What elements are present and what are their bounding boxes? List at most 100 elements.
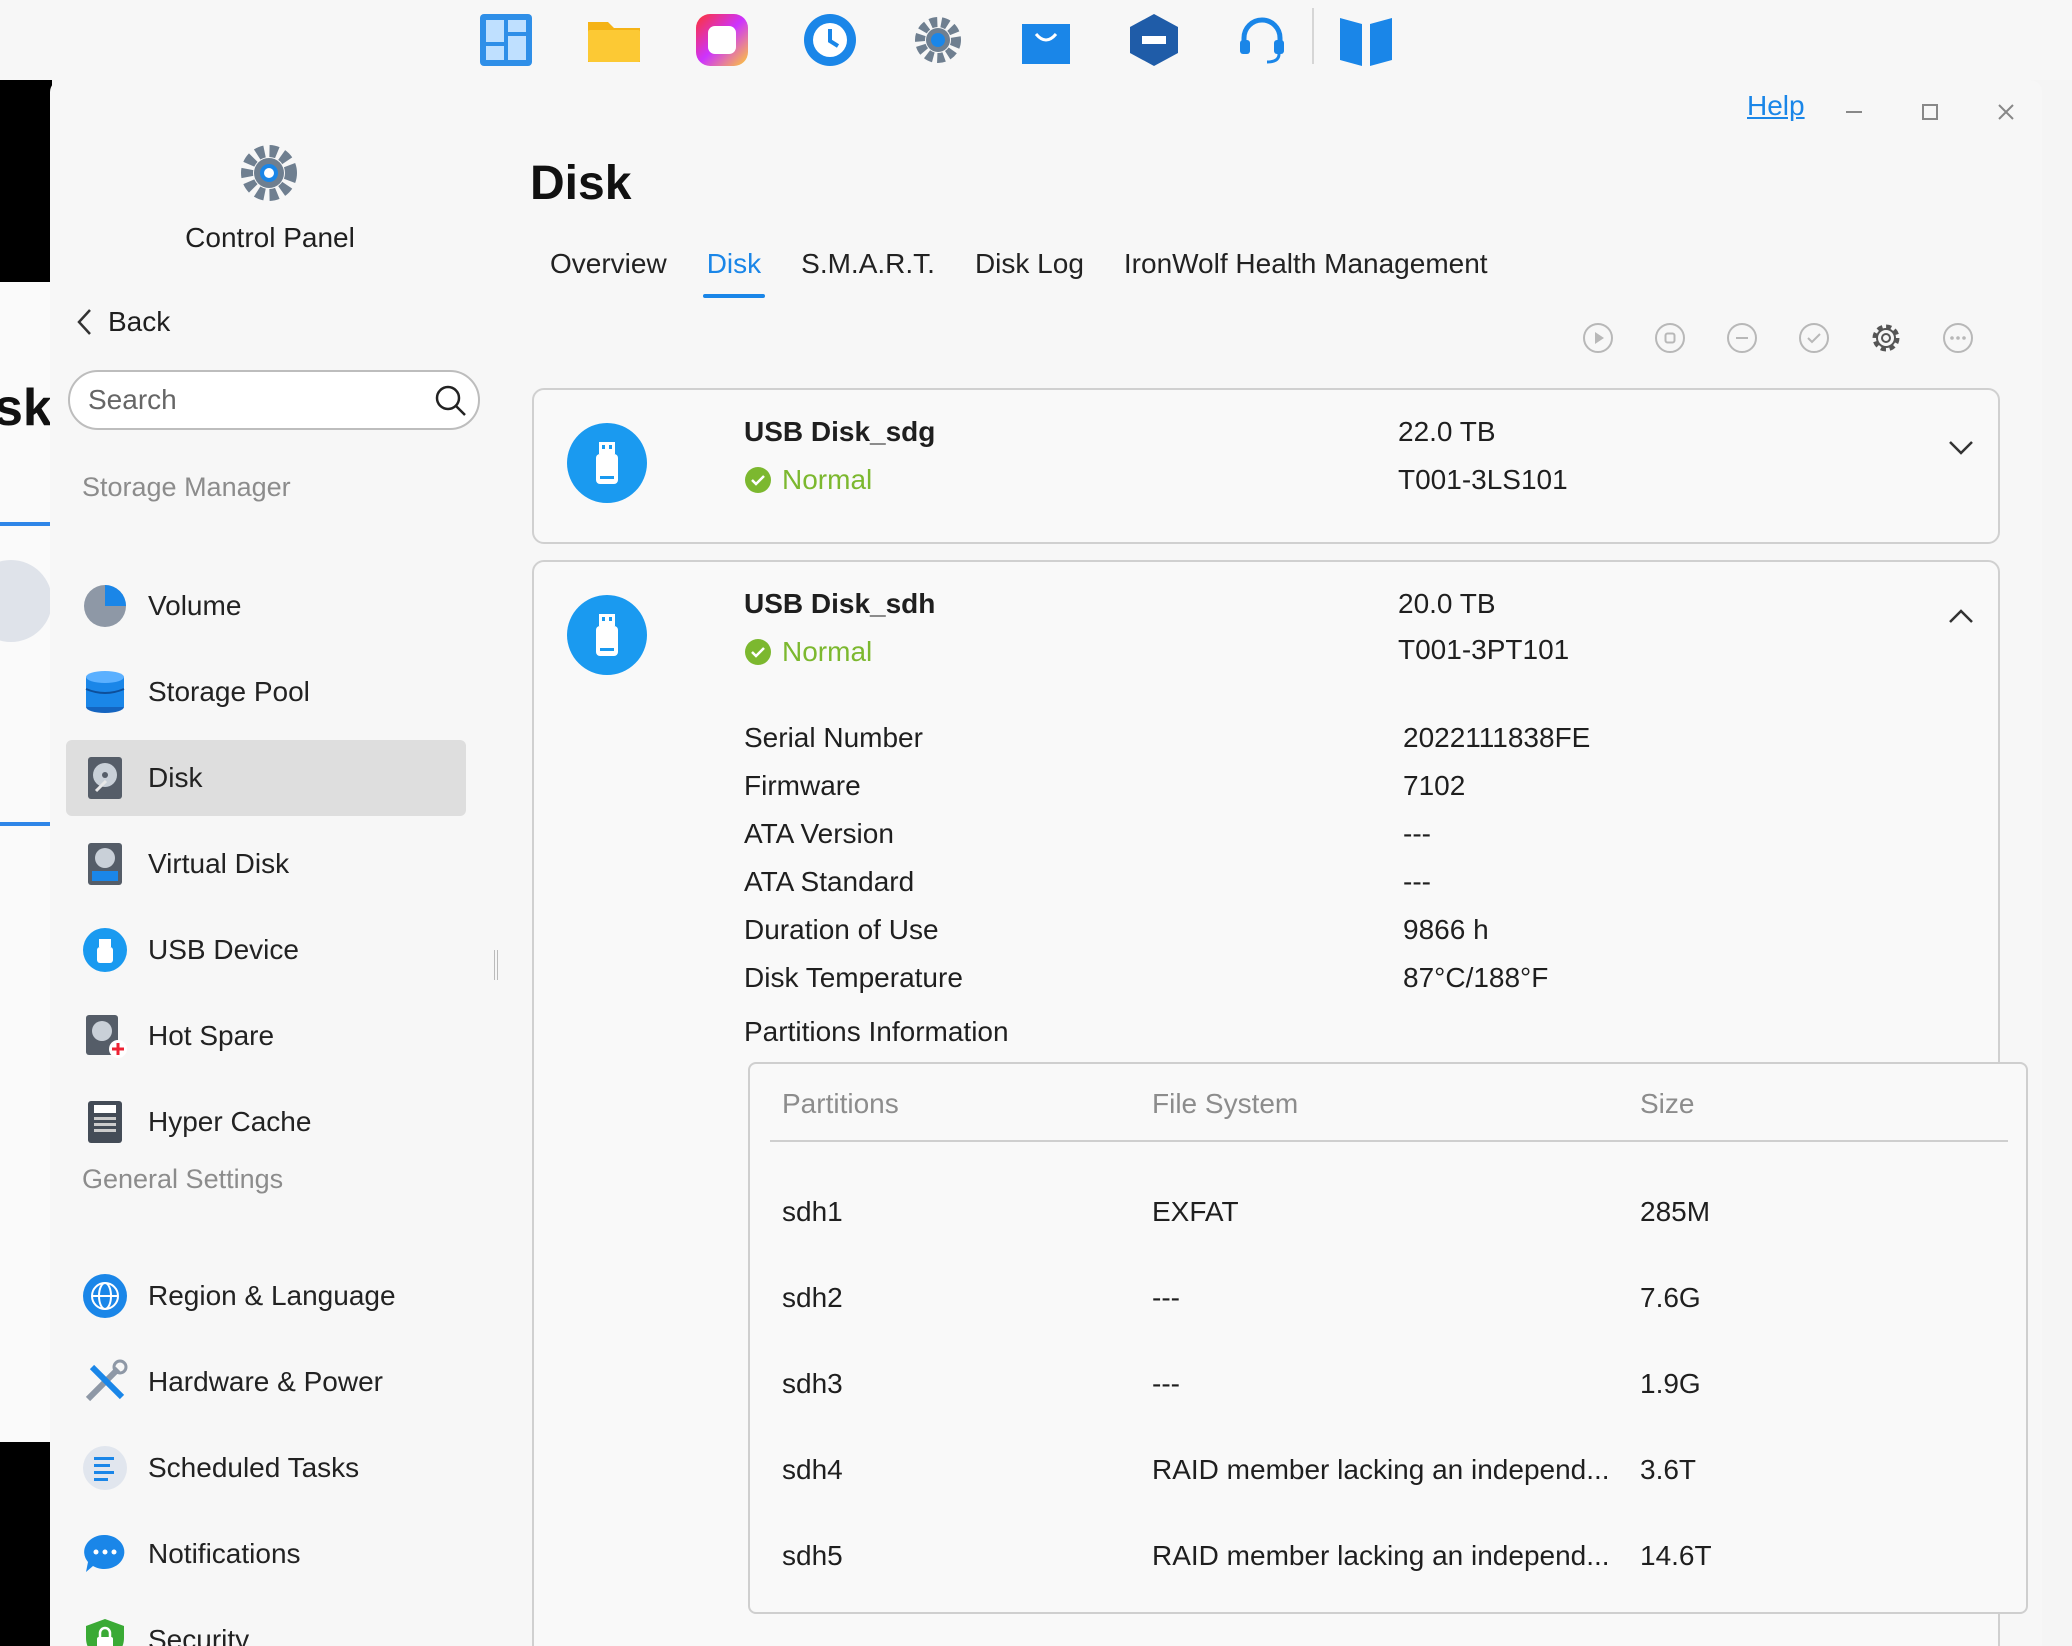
disk-capacity: 22.0 TB [1398,416,1496,447]
search-box[interactable] [68,370,480,430]
table-row-file-system: EXFAT [1152,1196,1239,1227]
section-heading-general-settings: General Settings [82,1164,284,1194]
disk-status-text: Normal [782,464,873,495]
sidebar-item-label: Region & Language [148,1280,396,1311]
detail-value: 2022111838FE [1403,722,1591,753]
backup-app-icon[interactable] [800,10,860,70]
sidebar-item-label: USB Device [148,934,299,965]
minus-icon[interactable] [1726,322,1758,354]
maximize-button[interactable] [1910,92,1950,132]
detail-value: --- [1403,866,1431,897]
shield-lock-icon [86,1619,124,1646]
column-header-partitions: Partitions [782,1088,899,1119]
detail-label: Serial Number [744,722,923,753]
disk-card-sdh[interactable]: USB Disk_sdh Normal 20.0 TB T001-3PT101 … [532,560,2028,1646]
table-row-file-system: RAID member lacking an independ... [1152,1454,1610,1485]
sidebar-item-storage-pool[interactable]: Storage Pool [66,654,466,730]
minimize-icon [1846,111,1862,113]
chevron-left-icon [77,309,91,335]
back-label: Back [108,306,171,337]
minimize-button[interactable] [1834,92,1874,132]
disk-model: T001-3PT101 [1398,634,1570,665]
table-row-partition: sdh2 [782,1282,843,1313]
check-icon[interactable] [1798,322,1830,354]
sidebar-item-label: Scheduled Tasks [148,1452,360,1483]
sidebar-resize-handle[interactable] [494,950,498,980]
play-icon[interactable] [1582,322,1614,354]
file-manager-app-icon[interactable] [584,10,644,70]
maximize-icon [1922,104,1938,120]
detail-label: Disk Temperature [744,962,963,993]
detail-label: Duration of Use [744,914,939,945]
disk-name: USB Disk_sdg [744,416,936,447]
background-window [0,282,52,1442]
table-row-file-system: --- [1152,1282,1180,1313]
search-icon[interactable] [434,384,468,418]
chevron-down-icon[interactable] [1946,432,1976,462]
disk-icon [88,757,122,799]
stop-icon[interactable] [1654,322,1686,354]
control-panel-app-icon[interactable] [908,10,968,70]
disk-card-sdg[interactable]: USB Disk_sdg Normal 22.0 TB T001-3LS101 [532,388,2000,544]
sidebar-item-hardware-power[interactable]: Hardware & Power [66,1344,466,1420]
status-ok-icon [745,639,771,665]
header-divider [770,1140,2008,1142]
hot-spare-icon [86,1015,127,1058]
sidebar-item-hot-spare[interactable]: Hot Spare [66,998,466,1074]
column-header-size: Size [1640,1088,1695,1119]
table-row-size: 285M [1640,1196,1711,1227]
table-row-size: 7.6G [1640,1282,1701,1313]
table-row-size: 1.9G [1640,1368,1701,1399]
more-icon[interactable] [1942,322,1974,354]
tab-disk[interactable]: Disk [702,248,766,308]
sidebar-item-security[interactable]: Security [66,1602,466,1646]
tab-ironwolf-health[interactable]: IronWolf Health Management [1124,248,1488,308]
storage-pool-icon [85,671,125,713]
tab-bar: Overview Disk S.M.A.R.T. Disk Log IronWo… [550,248,1488,308]
chevron-up-icon[interactable] [1946,602,1976,632]
sidebar-item-label: Notifications [148,1538,301,1569]
sidebar-item-label: Hardware & Power [148,1366,383,1397]
sidebar-item-volume[interactable]: Volume [66,568,466,644]
detail-value: 7102 [1403,770,1466,801]
sidebar-item-notifications[interactable]: Notifications [66,1516,466,1592]
table-row-size: 3.6T [1640,1454,1697,1485]
gear-icon[interactable] [1870,322,1902,354]
table-row-partition: sdh1 [782,1196,843,1227]
disk-capacity: 20.0 TB [1398,588,1496,619]
help-link[interactable]: Help [1747,90,1805,122]
detail-label: ATA Standard [744,866,915,897]
back-button[interactable]: Back [74,306,170,338]
tools-icon [85,1359,128,1402]
sidebar-item-scheduled-tasks[interactable]: Scheduled Tasks [66,1430,466,1506]
taskbar [0,0,2072,80]
app-center-icon[interactable] [1016,10,1076,70]
sidebar-item-virtual-disk[interactable]: Virtual Disk [66,826,466,902]
hyper-cache-icon [88,1101,122,1143]
dashboard-app-icon[interactable] [476,10,536,70]
virtual-disk-icon [88,843,122,885]
docker-app-icon[interactable] [1124,10,1184,70]
sidebar-item-usb-device[interactable]: USB Device [66,912,466,988]
detail-label: Firmware [744,770,861,801]
tab-disk-log[interactable]: Disk Log [975,248,1084,308]
tab-overview[interactable]: Overview [550,248,667,308]
support-headset-icon[interactable] [1232,10,1292,70]
tab-smart[interactable]: S.M.A.R.T. [801,248,935,308]
partitions-title: Partitions Information [744,1016,1009,1047]
tasks-icon [83,1446,127,1490]
sidebar-item-disk[interactable]: Disk [66,740,466,816]
control-panel-window: Help Control Panel Back Storage Manager … [50,80,2042,1646]
search-input[interactable] [88,380,418,420]
table-row-partition: sdh5 [782,1540,843,1571]
close-button[interactable] [1986,92,2026,132]
sidebar-item-label: Storage Pool [148,676,310,707]
taskbar-separator [1312,8,1314,64]
detail-value: --- [1403,818,1431,849]
sidebar-item-region-language[interactable]: Region & Language [66,1258,466,1334]
book-app-icon[interactable] [1336,10,1396,70]
sidebar-item-hyper-cache[interactable]: Hyper Cache [66,1084,466,1160]
table-row-file-system: RAID member lacking an independ... [1152,1540,1610,1571]
disk-model: T001-3LS101 [1398,464,1568,495]
photos-app-icon[interactable] [692,10,752,70]
